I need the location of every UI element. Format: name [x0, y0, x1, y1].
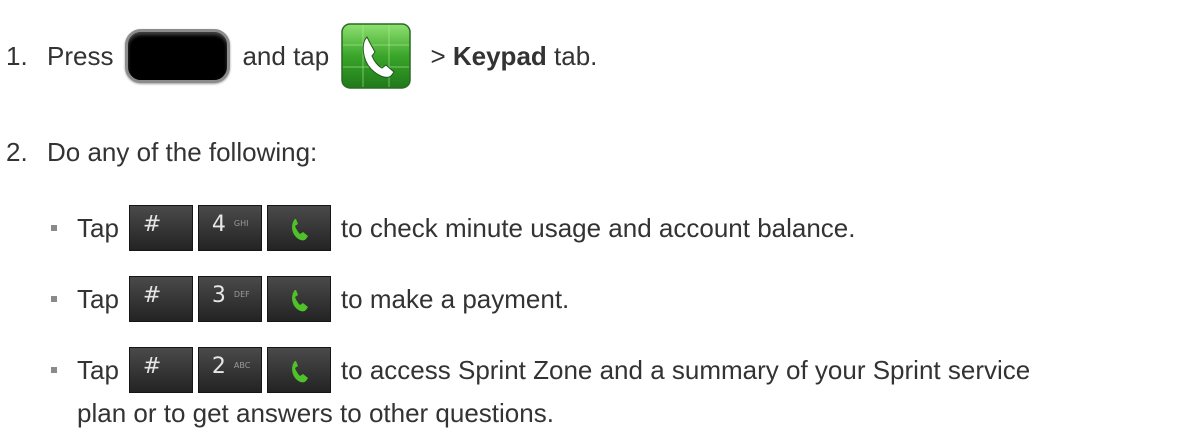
bullet [51, 225, 57, 231]
phone-app-icon [341, 23, 411, 89]
substep-2: Tap # 3 DEF to make a payment. [0, 276, 1186, 322]
key-hash: # [128, 347, 193, 393]
key-sequence: # 3 DEF [128, 276, 331, 322]
key-4: 4 GHI [197, 205, 262, 251]
substep-prefix: Tap [77, 212, 119, 243]
step-1: 1. Press and tap > Keypad tab. [0, 16, 597, 96]
step-2: 2. Do any of the following: [0, 132, 317, 172]
step-text: Do any of the following: [47, 136, 318, 167]
home-button-icon [125, 29, 231, 83]
key-sequence: # 4 GHI [128, 205, 331, 251]
phone-call-icon [292, 361, 308, 383]
bullet [51, 367, 57, 373]
bullet [51, 296, 57, 302]
substep-3: Tap # 2 ABC to access Sprint Zone and a … [0, 347, 1186, 433]
key-2: 2 ABC [197, 347, 262, 393]
step-text: tab. [546, 40, 598, 71]
substep-text: to check minute usage and account balanc… [340, 212, 856, 243]
substep-continuation: plan or to get answers to other question… [77, 398, 554, 428]
substep-text: to make a payment. [340, 283, 570, 314]
step-number: 1. [6, 40, 28, 71]
key-sequence: # 2 ABC [128, 347, 331, 393]
substep-text: to access Sprint Zone and a summary of y… [340, 354, 1031, 385]
call-key [266, 347, 331, 393]
call-key [266, 205, 331, 251]
substep-1: Tap # 4 GHI to check minute usage and ac… [0, 205, 1186, 251]
phone-call-icon [292, 290, 308, 312]
substep-prefix: Tap [77, 283, 119, 314]
instruction-page: 1. Press and tap > Keypad tab. 2. Do any… [0, 0, 1186, 438]
keypad-tab-label: Keypad [452, 40, 547, 71]
substep-prefix: Tap [77, 354, 119, 385]
step-text: Press [47, 40, 114, 71]
key-hash: # [128, 205, 193, 251]
call-key [266, 276, 331, 322]
phone-call-icon [292, 219, 308, 241]
key-hash: # [128, 276, 193, 322]
key-3: 3 DEF [197, 276, 262, 322]
step-number: 2. [6, 136, 28, 167]
step-text: > [423, 40, 453, 71]
step-text: and tap [242, 40, 330, 71]
